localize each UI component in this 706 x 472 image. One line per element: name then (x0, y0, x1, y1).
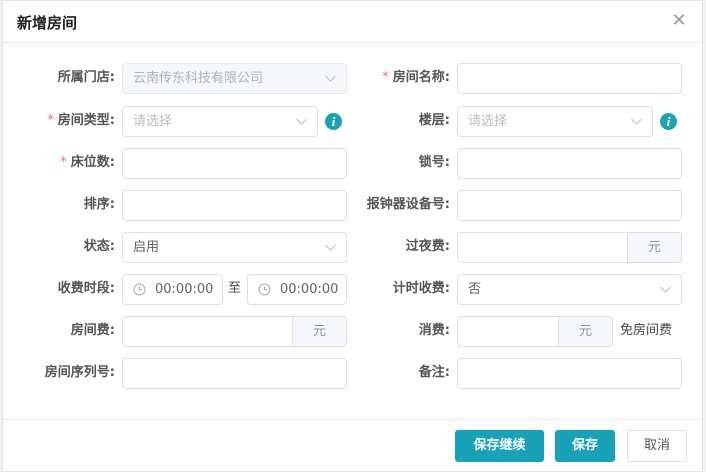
chevron-down-icon (631, 118, 642, 125)
remark-label: 备注: (418, 365, 450, 380)
consumption-label: 消费: (418, 323, 450, 338)
save-button[interactable]: 保存 (555, 430, 615, 462)
yuan-suffix: 元 (558, 317, 612, 346)
save-continue-button[interactable]: 保存继续 (455, 430, 544, 462)
add-room-dialog: 新增房间 ✕ 所属门店: 云南传东科技有限公司 * 房间名称: * 房间类型: 请选… (2, 0, 703, 472)
cancel-button[interactable]: 取消 (627, 430, 687, 462)
remark-input[interactable] (457, 358, 682, 389)
chevron-down-icon (296, 118, 307, 125)
to-separator: 至 (228, 281, 242, 296)
room-name-input[interactable] (457, 63, 682, 94)
status-label: 状态: (83, 239, 115, 254)
store-select[interactable]: 云南传东科技有限公司 (122, 63, 347, 94)
yuan-suffix: 元 (292, 317, 346, 346)
charge-period-label: 收费时段: (57, 281, 115, 296)
overnight-fee-input[interactable]: 元 (457, 232, 682, 263)
yuan-suffix: 元 (627, 233, 681, 262)
floor-select[interactable]: 请选择 (457, 106, 653, 137)
room-serial-input[interactable] (122, 358, 347, 389)
chevron-down-icon (325, 244, 336, 251)
room-name-label: * 房间名称: (382, 70, 450, 85)
beds-label: * 床位数: (60, 155, 115, 170)
sort-input[interactable] (122, 190, 347, 221)
consumption-input[interactable]: 元 (457, 316, 613, 347)
room-serial-label: 房间序列号: (44, 365, 115, 380)
chevron-down-icon (325, 75, 336, 82)
room-type-info-icon[interactable]: i (325, 113, 342, 130)
room-fee-input[interactable]: 元 (122, 316, 347, 347)
charge-end-time-input[interactable]: 00:00:00 (247, 274, 347, 305)
sort-label: 排序: (83, 197, 115, 212)
beds-input[interactable] (122, 148, 347, 179)
hourly-charge-select[interactable]: 否 (457, 274, 682, 305)
overnight-fee-label: 过夜费: (405, 239, 450, 254)
lock-input[interactable] (457, 148, 682, 179)
alarm-device-input[interactable] (457, 190, 682, 221)
room-type-select[interactable]: 请选择 (122, 106, 318, 137)
lock-label: 锁号: (418, 155, 450, 170)
dialog-header: 新增房间 ✕ (3, 1, 702, 43)
status-select[interactable]: 启用 (122, 232, 347, 263)
hourly-charge-label: 计时收费: (392, 281, 450, 296)
free-room-fee-note: 免房间费 (620, 323, 673, 338)
clock-icon (258, 283, 271, 296)
floor-info-icon[interactable]: i (660, 113, 677, 130)
floor-label: 楼层: (418, 113, 450, 128)
alarm-device-label: 报钟器设备号: (366, 197, 450, 212)
clock-icon (133, 283, 146, 296)
dialog-title: 新增房间 (17, 14, 78, 32)
charge-start-time-input[interactable]: 00:00:00 (122, 274, 223, 305)
close-icon[interactable]: ✕ (670, 10, 688, 32)
room-fee-label: 房间费: (70, 323, 115, 338)
chevron-down-icon (660, 286, 671, 293)
store-label: 所属门店: (57, 70, 115, 85)
room-type-label: * 房间类型: (47, 113, 115, 128)
